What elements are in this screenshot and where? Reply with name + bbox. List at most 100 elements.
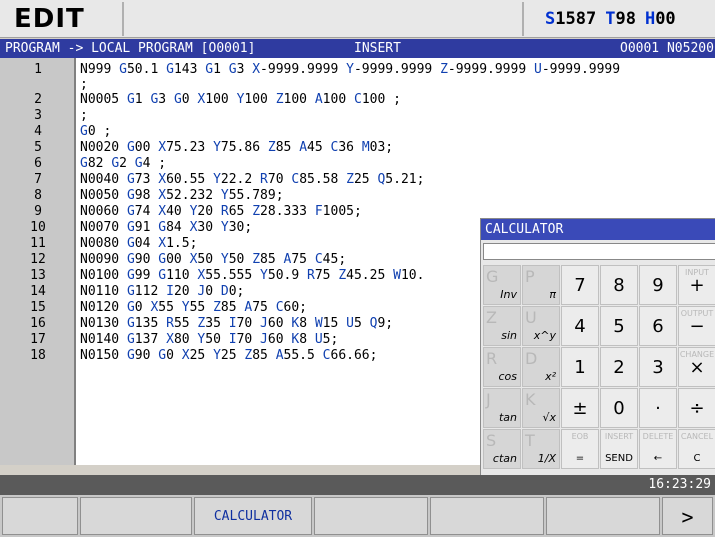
digit-2-key[interactable]: 2 [600,347,638,387]
line-number: 5 [34,140,42,155]
digit-4-key[interactable]: 4 [561,306,599,346]
program-number: O0001 N05200 [620,41,714,56]
line-number: 6 [34,156,42,171]
pi-key[interactable]: Pπ [522,265,560,305]
line-number: 1 [34,62,42,77]
digit-0-key[interactable]: 0 [600,388,638,428]
key-label: 6 [652,316,664,337]
inv-key[interactable]: G Inv [483,265,521,305]
calculator-title[interactable]: CALCULATOR [481,219,715,240]
softkey-calculator[interactable]: CALCULATOR [194,497,312,535]
breadcrumb: PROGRAM -> LOCAL PROGRAM [O0001] [5,41,256,56]
key-shift-label: Z [486,308,497,327]
key-label: 8 [613,275,625,296]
key-label: Inv [500,288,517,301]
multiply-key[interactable]: CHANGE × [678,347,715,387]
decimal-key[interactable]: · [639,388,677,428]
spindle-speed: S1587 [545,9,597,29]
digit-8-key[interactable]: 8 [600,265,638,305]
code-text[interactable]: N0070 G91 G84 X30 Y30; [80,220,252,236]
sign-key[interactable]: ± [561,388,599,428]
next-page-softkey[interactable]: > [662,497,713,535]
divider [122,2,124,36]
key-label: C [693,453,701,464]
digit-1-key[interactable]: 1 [561,347,599,387]
send-key[interactable]: INSERT SEND [600,429,638,469]
code-text[interactable]: N0120 G0 X55 Y55 Z85 A75 C60; [80,300,307,316]
mode-indicator: EDIT [14,4,85,34]
code-text[interactable]: ; [80,77,88,93]
calculator-display[interactable] [483,243,715,260]
key-label: = [575,453,585,464]
key-shift-label: S [486,431,497,450]
code-text[interactable]: N0060 G74 X40 Y20 R65 Z28.333 F1005; [80,204,362,220]
line-number: 18 [30,348,46,363]
digit-6-key[interactable]: 6 [639,306,677,346]
equals-key[interactable]: EOB = [561,429,599,469]
code-text[interactable]: N999 G50.1 G143 G1 G3 X-9999.9999 Y-9999… [80,62,620,78]
code-text[interactable]: N0090 G90 G00 X50 Y50 Z85 A75 C45; [80,252,346,268]
backspace-key[interactable]: DELETE ← [639,429,677,469]
square-key[interactable]: Dx² [522,347,560,387]
code-text[interactable]: N0020 G00 X75.23 Y75.86 Z85 A45 C36 M03; [80,140,393,156]
clock: 16:23:29 [648,477,711,492]
power-key[interactable]: Ux^y [522,306,560,346]
softkey-2[interactable] [80,497,192,535]
line-number: 9 [34,204,42,219]
softkey-1[interactable] [2,497,78,535]
code-text[interactable]: N0050 G98 X52.232 Y55.789; [80,188,284,204]
sin-key[interactable]: Zsin [483,306,521,346]
code-text[interactable]: N0040 G73 X60.55 Y22.2 R70 C85.58 Z25 Q5… [80,172,424,188]
line-number: 11 [30,236,46,251]
code-text[interactable]: N0080 G04 X1.5; [80,236,197,252]
key-label: 0 [613,398,625,419]
key-label: x^y [533,329,556,342]
key-label: 2 [613,357,625,378]
code-text[interactable]: N0110 G112 I20 J0 D0; [80,284,244,300]
code-text[interactable]: N0150 G90 G0 X25 Y25 Z85 A55.5 C66.66; [80,348,377,364]
line-number: 16 [30,316,46,331]
tool-offset: H00 [644,9,676,29]
sqrt-key[interactable]: K √x [522,388,560,428]
key-shift-label: T [525,431,535,450]
line-number: 3 [34,108,42,123]
minus-key[interactable]: OUTPUT − [678,306,715,346]
key-label: · [655,398,661,419]
line-number: 15 [30,300,46,315]
code-text[interactable]: N0100 G99 G110 X55.555 Y50.9 R75 Z45.25 … [80,268,424,284]
code-text[interactable]: G82 G2 G4 ; [80,156,166,172]
reciprocal-key[interactable]: T 1/X [522,429,560,469]
ctan-key[interactable]: Sctan [483,429,521,469]
softkey-4[interactable] [314,497,428,535]
code-text[interactable]: N0130 G135 R55 Z35 I70 J60 K8 W15 U5 Q9; [80,316,393,332]
cos-key[interactable]: Rcos [483,347,521,387]
softkey-bar: CALCULATOR > [0,495,715,537]
key-shift-label: J [486,390,491,409]
code-text[interactable]: N0005 G1 G3 G0 X100 Y100 Z100 A100 C100 … [80,92,401,108]
key-shift-label: INSERT [604,432,634,441]
digit-9-key[interactable]: 9 [639,265,677,305]
softkey-6[interactable] [546,497,660,535]
key-label: ctan [492,452,517,465]
key-label: 1/X [537,452,556,465]
calculator-window[interactable]: CALCULATOR G Inv Pπ 7 8 9 INPUT + Zsin Ux^y 4 5 6 OUT… [480,218,715,480]
code-text[interactable]: N0140 G137 X80 Y50 I70 J60 K8 U5; [80,332,338,348]
key-label: ± [572,398,588,419]
key-label: π [549,288,556,301]
divide-key[interactable]: ÷ [678,388,715,428]
code-text[interactable]: G0 ; [80,124,111,140]
clear-key[interactable]: CANCEL C [678,429,715,469]
key-label: 7 [574,275,586,296]
code-text[interactable]: ; [80,108,88,124]
digit-7-key[interactable]: 7 [561,265,599,305]
top-status-bar: EDIT S1587 T98 H00 [0,0,715,38]
line-number: 12 [30,252,46,267]
line-number: 4 [34,124,42,139]
digit-5-key[interactable]: 5 [600,306,638,346]
softkey-5[interactable] [430,497,544,535]
plus-key[interactable]: INPUT + [678,265,715,305]
digit-3-key[interactable]: 3 [639,347,677,387]
key-shift-label: U [525,308,537,327]
tan-key[interactable]: Jtan [483,388,521,428]
line-number: 14 [30,284,46,299]
